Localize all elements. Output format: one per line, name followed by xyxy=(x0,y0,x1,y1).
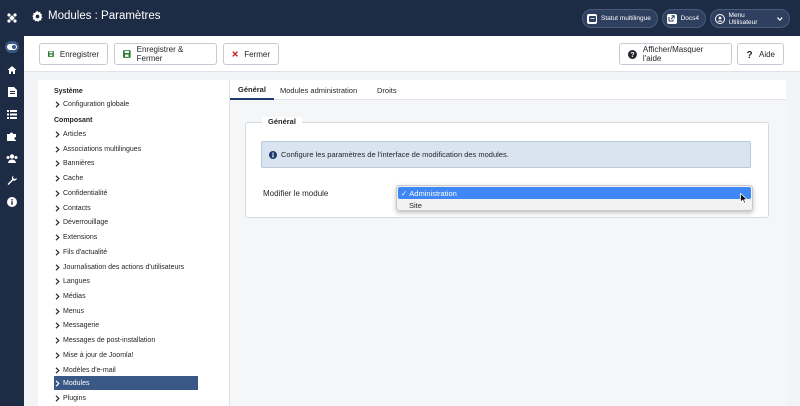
sidebar-item-cache[interactable]: Cache xyxy=(54,171,198,185)
chevron-right-icon xyxy=(55,159,63,167)
home-icon[interactable] xyxy=(6,64,18,76)
chevron-right-icon xyxy=(55,321,63,329)
chevron-right-icon xyxy=(55,100,63,108)
sidebar-item-journalisation[interactable]: Journalisation des actions d'utilisateur… xyxy=(54,260,198,274)
main-panel: Général Modules administration Droits Gé… xyxy=(230,80,786,406)
sidebar-item-medias[interactable]: Médias xyxy=(54,289,198,303)
sidebar-item-plugins[interactable]: Plugins xyxy=(54,391,198,405)
chevron-right-icon xyxy=(55,351,63,359)
chevron-down-icon xyxy=(777,16,783,21)
sidebar-item-menus[interactable]: Menus xyxy=(54,304,198,318)
question-icon: ? xyxy=(746,50,752,59)
sidebar-heading-system: Système xyxy=(54,88,83,95)
info-alert: Configure les paramètres de l'interface … xyxy=(261,141,751,168)
save-icon xyxy=(48,51,54,57)
toolbar: Enregistrer Enregistrer & Fermer Fermer … xyxy=(24,36,800,72)
chevron-right-icon xyxy=(55,204,63,212)
chevron-right-icon xyxy=(55,218,63,226)
tab-modules-administration[interactable]: Modules administration xyxy=(280,80,357,100)
save-button[interactable]: Enregistrer xyxy=(39,43,108,65)
toggle-menu-icon[interactable] xyxy=(5,41,19,53)
info-icon xyxy=(269,150,277,159)
chevron-right-icon xyxy=(55,336,63,344)
chevron-right-icon xyxy=(55,263,63,271)
page-title: Modules : Paramètres xyxy=(32,10,161,22)
sidebar-item-messagerie[interactable]: Messagerie xyxy=(54,318,198,332)
save-close-button[interactable]: Enregistrer & Fermer xyxy=(114,43,217,65)
user-menu-button[interactable]: Menu Utilisateur xyxy=(710,9,790,28)
menus-icon[interactable] xyxy=(6,108,18,120)
sidebar-item-fils-actualite[interactable]: Fils d'actualité xyxy=(54,245,198,259)
question-circle-icon: ? xyxy=(628,49,637,58)
chevron-right-icon xyxy=(55,379,63,387)
multilingual-status-button[interactable]: Statut multilingue xyxy=(582,9,658,28)
user-icon xyxy=(715,13,725,24)
chevron-right-icon xyxy=(55,277,63,285)
tab-content: Général Configure les paramètres de l'in… xyxy=(230,100,786,406)
external-link-icon xyxy=(667,13,677,24)
toggle-help-button[interactable]: ? Afficher/Masquer l'aide xyxy=(619,43,732,65)
system-icon[interactable] xyxy=(6,174,18,186)
module-select-dropdown[interactable]: ✓ Administration Site xyxy=(396,185,753,211)
tab-droits[interactable]: Droits xyxy=(377,80,397,100)
chevron-right-icon xyxy=(55,130,63,138)
language-icon xyxy=(587,13,597,24)
sidebar-item-messages-post-installation[interactable]: Messages de post-installation xyxy=(54,333,198,347)
help-button[interactable]: ? Aide xyxy=(737,43,784,65)
chevron-right-icon xyxy=(55,248,63,256)
page-title-text: Modules : Paramètres xyxy=(48,10,161,22)
sidebar-heading-component: Composant xyxy=(54,117,93,124)
sidebar-rail xyxy=(0,0,24,406)
general-fieldset: Général Configure les paramètres de l'in… xyxy=(245,117,769,218)
component-sidebar: Système Configuration globale Composant … xyxy=(38,80,230,406)
close-button[interactable]: Fermer xyxy=(223,43,279,65)
docs-button[interactable]: Docs4 xyxy=(662,9,706,28)
mouse-cursor-icon xyxy=(740,193,748,204)
users-icon[interactable] xyxy=(6,152,18,164)
svg-text:?: ? xyxy=(746,50,752,59)
sidebar-item-confidentialite[interactable]: Confidentialité xyxy=(54,186,198,200)
sidebar-item-langues[interactable]: Langues xyxy=(54,274,198,288)
components-icon[interactable] xyxy=(6,130,18,142)
sidebar-item-modules[interactable]: Modules xyxy=(54,376,198,390)
save-icon xyxy=(123,50,131,58)
field-label-modifier-module: Modifier le module xyxy=(263,189,329,198)
chevron-right-icon xyxy=(55,189,63,197)
option-site[interactable]: Site xyxy=(398,199,751,211)
checkmark-icon: ✓ xyxy=(401,188,408,198)
chevron-right-icon xyxy=(55,233,63,241)
chevron-right-icon xyxy=(55,174,63,182)
tab-bar: Général Modules administration Droits xyxy=(230,80,786,100)
fieldset-legend: Général xyxy=(262,117,302,126)
sidebar-item-mise-a-jour[interactable]: Mise à jour de Joomla! xyxy=(54,348,198,362)
option-administration[interactable]: ✓ Administration xyxy=(398,187,751,199)
sidebar-item-associations[interactable]: Associations multilingues xyxy=(54,142,198,156)
content-icon[interactable] xyxy=(6,86,18,98)
joomla-logo-icon[interactable] xyxy=(0,0,24,36)
info-text: Configure les paramètres de l'interface … xyxy=(281,150,509,159)
sidebar-item-contacts[interactable]: Contacts xyxy=(54,201,198,215)
close-icon xyxy=(232,51,238,57)
chevron-right-icon xyxy=(55,292,63,300)
info-icon[interactable] xyxy=(6,196,18,208)
gear-icon xyxy=(32,10,43,22)
sidebar-item-bannieres[interactable]: Bannières xyxy=(54,156,198,170)
tab-general[interactable]: Général xyxy=(230,80,274,100)
app-header: Modules : Paramètres Statut multilingue … xyxy=(24,0,800,36)
chevron-right-icon xyxy=(55,366,63,374)
chevron-right-icon xyxy=(55,394,63,402)
chevron-right-icon xyxy=(55,145,63,153)
sidebar-item-configuration-globale[interactable]: Configuration globale xyxy=(54,97,198,111)
svg-text:?: ? xyxy=(630,51,634,58)
sidebar-item-deverrouillage[interactable]: Déverrouillage xyxy=(54,215,198,229)
chevron-right-icon xyxy=(55,307,63,315)
sidebar-item-articles[interactable]: Articles xyxy=(54,127,198,141)
sidebar-item-modeles-email[interactable]: Modèles d'e-mail xyxy=(54,363,198,377)
sidebar-item-extensions[interactable]: Extensions xyxy=(54,230,198,244)
